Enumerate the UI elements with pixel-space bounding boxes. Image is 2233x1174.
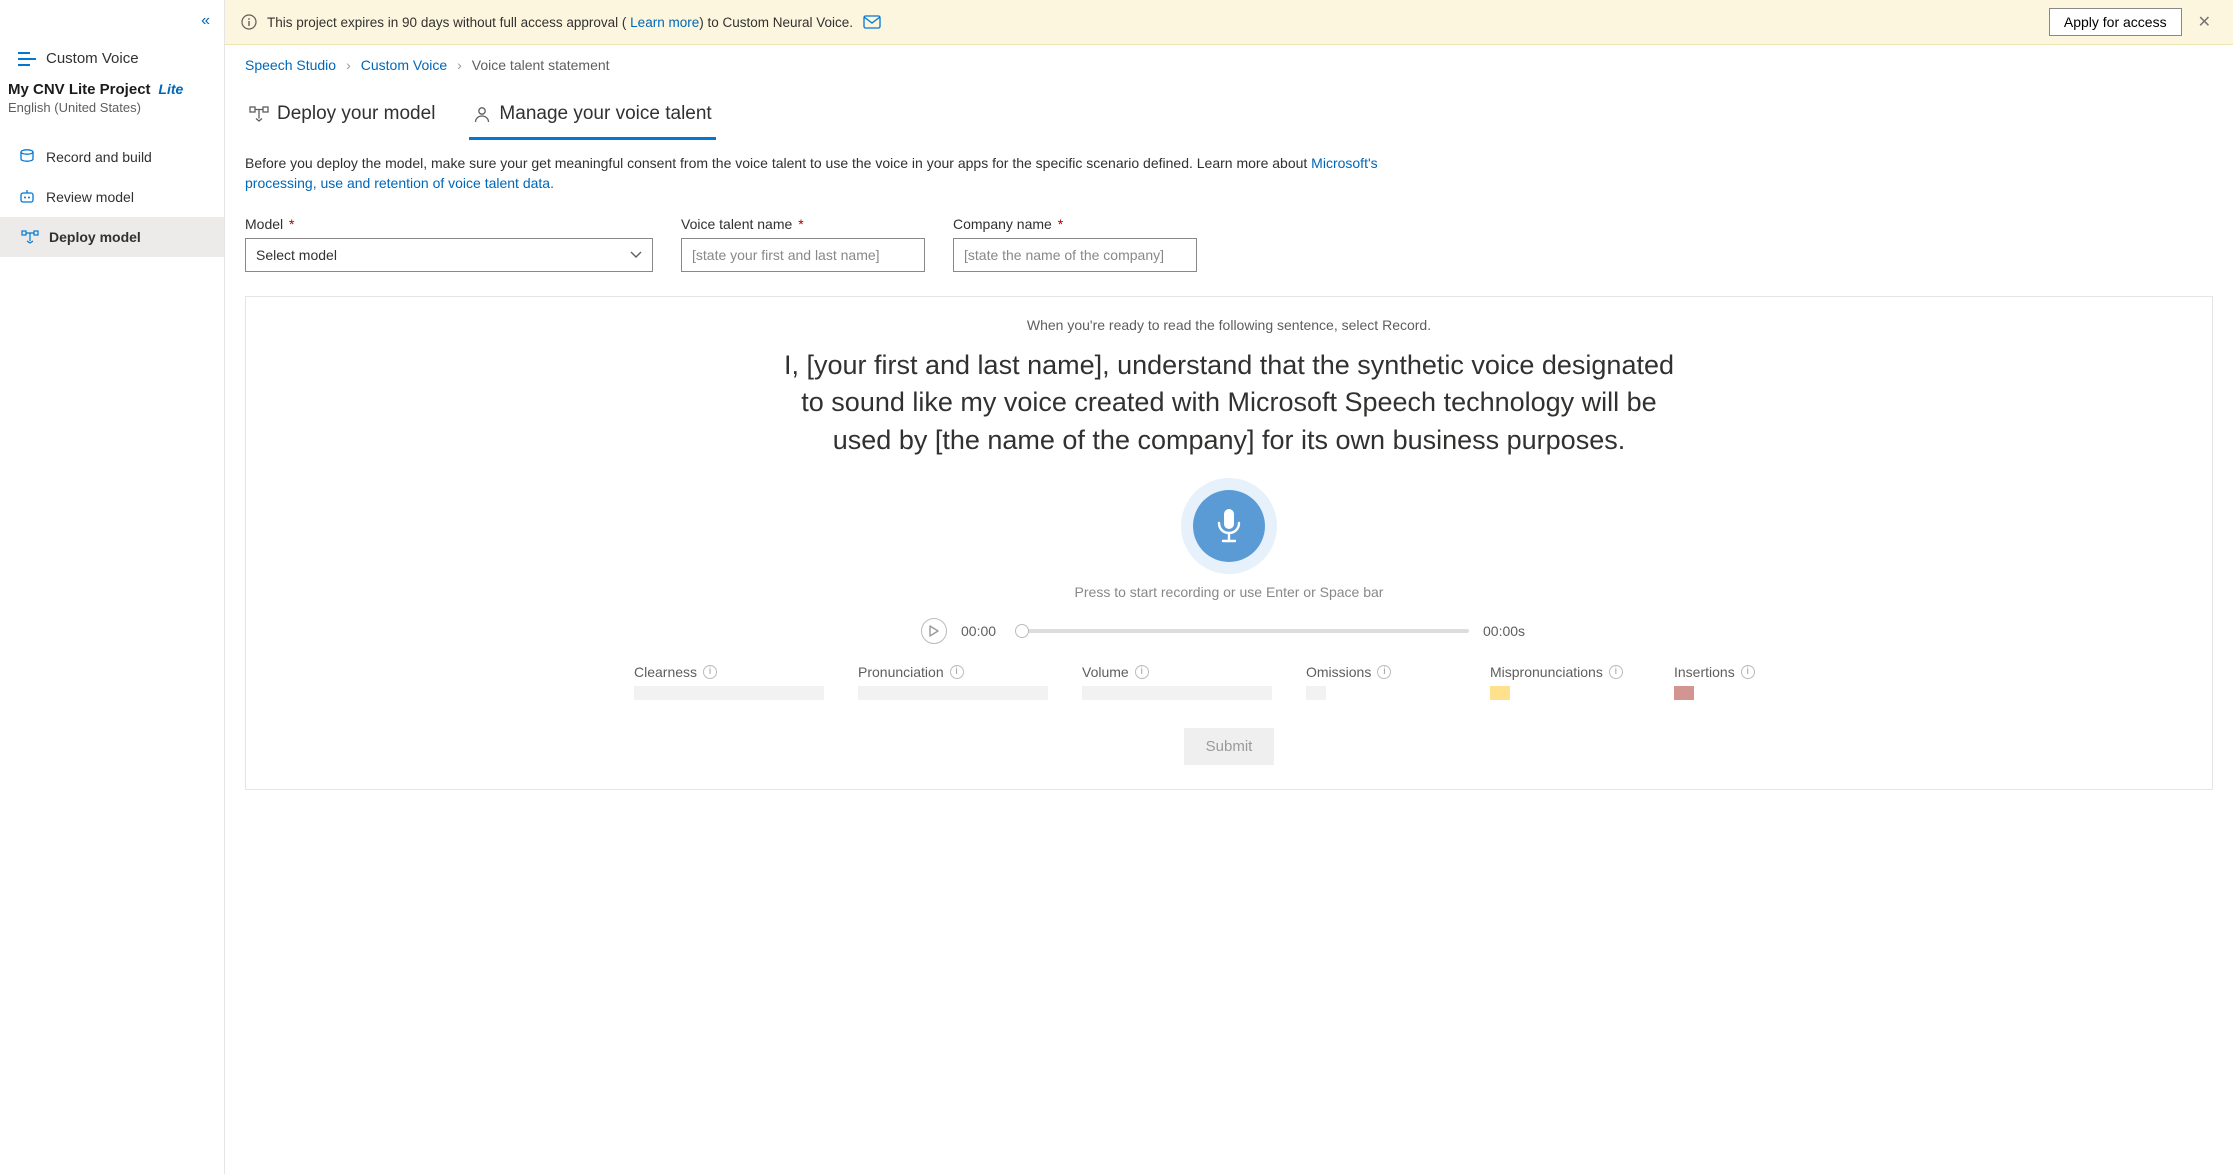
model-label: Model * <box>245 216 653 232</box>
company-label: Company name * <box>953 216 1197 232</box>
metric-bar <box>1674 686 1694 700</box>
info-icon <box>241 14 257 30</box>
crumb-speech-studio[interactable]: Speech Studio <box>245 57 336 73</box>
tab-label: Manage your voice talent <box>499 103 711 125</box>
field-company-name: Company name * <box>953 216 1197 272</box>
submit-button[interactable]: Submit <box>1184 728 1275 765</box>
info-icon[interactable]: i <box>1609 665 1623 679</box>
record-hint: Press to start recording or use Enter or… <box>276 584 2182 600</box>
chevron-right-icon: › <box>346 57 351 73</box>
main: This project expires in 90 days without … <box>225 0 2233 1174</box>
sidebar-collapse[interactable]: « <box>0 6 224 36</box>
seek-thumb[interactable] <box>1015 624 1029 638</box>
info-icon[interactable]: i <box>1741 665 1755 679</box>
metrics: Clearness i Pronunciation i Volume i Omi… <box>679 664 1779 700</box>
company-name-input[interactable] <box>953 238 1197 272</box>
tab-manage-voice-talent[interactable]: Manage your voice talent <box>469 95 715 140</box>
metric-bar <box>1082 686 1272 700</box>
product-link[interactable]: Custom Voice <box>0 36 224 73</box>
project-header: My CNV Lite Project Lite English (United… <box>0 73 224 125</box>
audio-player: 00:00 00:00s <box>276 618 2182 644</box>
tab-deploy-your-model[interactable]: Deploy your model <box>245 95 439 140</box>
consent-statement: I, [your first and last name], understan… <box>779 347 1679 460</box>
deploy-icon <box>21 230 39 244</box>
project-locale: English (United States) <box>8 100 216 115</box>
banner-learn-more-link[interactable]: Learn more <box>630 15 699 30</box>
project-name: My CNV Lite Project <box>8 81 151 98</box>
panel-hint: When you're ready to read the following … <box>276 317 2182 333</box>
record-button[interactable] <box>1181 478 1277 574</box>
field-model: Model * Select model <box>245 216 653 272</box>
hamburger-icon <box>18 52 36 66</box>
microphone-icon <box>1214 507 1244 545</box>
breadcrumb: Speech Studio › Custom Voice › Voice tal… <box>225 45 2233 79</box>
model-select-value: Select model <box>256 247 337 263</box>
sidebar-item-deploy-model[interactable]: Deploy model <box>0 217 224 257</box>
metric-clearness: Clearness i <box>634 664 824 700</box>
chevron-right-icon: › <box>457 57 462 73</box>
deploy-icon <box>249 106 269 122</box>
talent-label: Voice talent name * <box>681 216 925 232</box>
metric-bar <box>858 686 1048 700</box>
chevron-double-left-icon: « <box>201 12 210 30</box>
record-panel: When you're ready to read the following … <box>245 296 2213 790</box>
info-icon[interactable]: i <box>1377 665 1391 679</box>
current-time: 00:00 <box>961 623 1005 639</box>
sidebar-item-review-model[interactable]: Review model <box>0 177 224 217</box>
apply-for-access-button[interactable]: Apply for access <box>2049 8 2182 36</box>
person-icon <box>473 105 491 123</box>
database-icon <box>18 149 36 165</box>
project-badge: Lite <box>158 81 183 97</box>
sidebar: « Custom Voice My CNV Lite Project Lite … <box>0 0 225 1174</box>
crumb-current: Voice talent statement <box>472 57 610 73</box>
tabs: Deploy your model Manage your voice tale… <box>225 79 2233 141</box>
product-name: Custom Voice <box>46 50 139 67</box>
metric-pronunciation: Pronunciation i <box>858 664 1048 700</box>
model-select[interactable]: Select model <box>245 238 653 272</box>
tab-label: Deploy your model <box>277 103 435 125</box>
form-row: Model * Select model Voice talent name *… <box>225 198 2233 280</box>
metric-omissions: Omissions i <box>1306 664 1456 700</box>
voice-talent-name-input[interactable] <box>681 238 925 272</box>
metric-volume: Volume i <box>1082 664 1272 700</box>
info-icon[interactable]: i <box>950 665 964 679</box>
description: Before you deploy the model, make sure y… <box>225 141 1465 198</box>
field-voice-talent-name: Voice talent name * <box>681 216 925 272</box>
info-icon[interactable]: i <box>703 665 717 679</box>
sidebar-item-record-and-build[interactable]: Record and build <box>0 137 224 177</box>
sidebar-item-label: Deploy model <box>49 229 141 245</box>
crumb-custom-voice[interactable]: Custom Voice <box>361 57 447 73</box>
robot-icon <box>18 189 36 205</box>
metric-bar <box>1490 686 1510 700</box>
info-icon[interactable]: i <box>1135 665 1149 679</box>
mail-icon[interactable] <box>863 15 881 29</box>
metric-bar <box>1306 686 1326 700</box>
play-button[interactable] <box>921 618 947 644</box>
metric-mispronunciations: Mispronunciations i <box>1490 664 1640 700</box>
metric-insertions: Insertions i <box>1674 664 1824 700</box>
chevron-down-icon <box>630 251 642 259</box>
seek-track[interactable] <box>1019 629 1469 633</box>
metric-bar <box>634 686 824 700</box>
banner-text: This project expires in 90 days without … <box>267 15 853 30</box>
duration: 00:00s <box>1483 623 1537 639</box>
sidebar-item-label: Record and build <box>46 149 152 165</box>
banner: This project expires in 90 days without … <box>225 0 2233 45</box>
banner-close-icon[interactable]: ✕ <box>2192 12 2217 32</box>
sidebar-item-label: Review model <box>46 189 134 205</box>
